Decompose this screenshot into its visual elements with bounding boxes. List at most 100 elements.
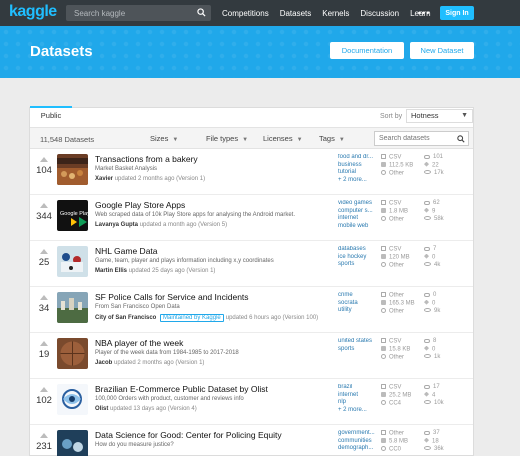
tag-link[interactable]: communities	[338, 438, 382, 446]
filter-file-types[interactable]: File types ▼	[206, 134, 248, 143]
license-icon	[381, 446, 386, 452]
tag-link[interactable]: internet	[338, 392, 382, 400]
dataset-thumbnail[interactable]	[57, 384, 88, 415]
dataset-row[interactable]: 104 Transactions from a bakery Market Ba…	[30, 150, 473, 195]
dataset-updated: updated 25 days ago (Version 1)	[128, 268, 216, 274]
nav-link-discussion[interactable]: Discussion	[360, 9, 399, 18]
tag-link[interactable]: internet	[338, 215, 382, 223]
dataset-title[interactable]: Data Science for Good: Center for Polici…	[95, 430, 282, 440]
tag-link[interactable]: computer s...	[338, 208, 382, 216]
dataset-thumbnail[interactable]	[57, 154, 88, 185]
dataset-thumbnail[interactable]	[57, 292, 88, 323]
dataset-row[interactable]: 231 Data Science for Good: Center for Po…	[30, 426, 473, 456]
tag-link[interactable]: ice hockey	[338, 254, 382, 262]
file-type-icon	[381, 292, 386, 297]
dataset-owner[interactable]: Jacob	[95, 360, 112, 366]
upvote-icon[interactable]	[40, 157, 48, 162]
dataset-search-input[interactable]	[375, 132, 455, 145]
tag-link[interactable]: nlp	[338, 399, 382, 407]
dataset-row[interactable]: 25 NHL Game Data Game, team, player and …	[30, 242, 473, 287]
sign-in-button[interactable]: Sign In	[440, 6, 474, 20]
views-icon	[424, 216, 431, 221]
dataset-stat: 9	[432, 208, 436, 215]
dataset-updated: updated a month ago (Version 5)	[139, 222, 228, 228]
dataset-title[interactable]: Transactions from a bakery	[95, 154, 198, 164]
tag-link[interactable]: government...	[338, 430, 382, 438]
tag-link[interactable]: united states	[338, 338, 382, 346]
filter-tags[interactable]: Tags ▼	[319, 134, 345, 143]
filter-licenses[interactable]: Licenses ▼	[263, 134, 303, 143]
tag-link[interactable]: + 2 more...	[338, 177, 382, 185]
tag-link[interactable]: sports	[338, 346, 382, 354]
dataset-meta: Olist updated 13 days ago (Version 4)	[95, 406, 197, 412]
tag-link[interactable]: socrata	[338, 300, 382, 308]
dataset-file-stats: Other 5.8 MB CC0	[381, 430, 421, 454]
dataset-meta: Jacob updated 2 months ago (Version 1)	[95, 360, 204, 366]
dataset-activity-stats: 37 18 36k	[424, 430, 464, 453]
dataset-thumbnail[interactable]: Google Play	[57, 200, 88, 231]
tag-link[interactable]: business	[338, 162, 382, 170]
more-menu-icon[interactable]: •••	[418, 8, 430, 18]
dataset-owner[interactable]: Olist	[95, 406, 108, 412]
dataset-thumbnail[interactable]	[57, 246, 88, 277]
sort-select[interactable]: Hotness ▼	[406, 109, 473, 123]
dataset-row[interactable]: 19 NBA player of the week Player of the …	[30, 334, 473, 379]
dataset-stat: 112.5 KB	[389, 162, 414, 169]
new-dataset-button[interactable]: New Dataset	[410, 42, 474, 59]
dataset-owner[interactable]: City of San Francisco	[95, 315, 156, 321]
upvote-icon[interactable]	[40, 249, 48, 254]
global-search-input[interactable]	[66, 5, 191, 21]
nav-link-datasets[interactable]: Datasets	[280, 9, 312, 18]
vote-widget: 25	[34, 246, 54, 268]
kernels-icon	[424, 345, 429, 351]
dataset-stat: CC4	[389, 400, 402, 407]
dataset-stat: 36k	[434, 445, 444, 452]
kernels-icon	[424, 207, 429, 213]
upvote-icon[interactable]	[40, 203, 48, 208]
sort-label: Sort by	[380, 113, 403, 120]
dataset-owner[interactable]: Lavanya Gupta	[95, 222, 138, 228]
dataset-row[interactable]: 344 Google Play Google Play Store Apps W…	[30, 196, 473, 241]
tag-link[interactable]: demograph...	[338, 445, 382, 453]
documentation-button[interactable]: Documentation	[330, 42, 404, 59]
tag-link[interactable]: databases	[338, 246, 382, 254]
dataset-stat: 4	[432, 392, 436, 399]
dataset-title[interactable]: NBA player of the week	[95, 338, 183, 348]
tag-link[interactable]: + 2 more...	[338, 407, 382, 415]
tag-link[interactable]: food and dr...	[338, 154, 382, 162]
dataset-thumbnail[interactable]	[57, 430, 88, 456]
dataset-owner[interactable]: Martin Ellis	[95, 268, 127, 274]
tag-link[interactable]: video games	[338, 200, 382, 208]
tag-link[interactable]: tutorial	[338, 169, 382, 177]
dataset-owner[interactable]: Xavier	[95, 176, 113, 182]
dataset-row[interactable]: 102 Brazilian E-Commerce Public Dataset …	[30, 380, 473, 425]
tag-link[interactable]: utility	[338, 307, 382, 315]
nav-link-competitions[interactable]: Competitions	[222, 9, 269, 18]
search-icon[interactable]	[197, 8, 206, 17]
filter-sizes[interactable]: Sizes ▼	[150, 134, 178, 143]
tag-link[interactable]: brazil	[338, 384, 382, 392]
upvote-icon[interactable]	[40, 387, 48, 392]
tab-public[interactable]: Public	[30, 106, 72, 126]
dataset-title[interactable]: Brazilian E-Commerce Public Dataset by O…	[95, 384, 268, 394]
nav-link-kernels[interactable]: Kernels	[322, 9, 349, 18]
dataset-title[interactable]: NHL Game Data	[95, 246, 158, 256]
upvote-icon[interactable]	[40, 295, 48, 300]
tag-link[interactable]: crime	[338, 292, 382, 300]
kaggle-logo[interactable]: kaggle	[9, 3, 57, 21]
license-icon	[381, 262, 386, 268]
dataset-stat: 22	[432, 162, 439, 169]
upvote-icon[interactable]	[40, 341, 48, 346]
dataset-stat: 101	[433, 154, 444, 160]
dataset-thumbnail[interactable]	[57, 338, 88, 369]
search-icon[interactable]	[457, 135, 465, 143]
upvote-icon[interactable]	[40, 433, 48, 438]
dataset-activity-stats: 8 0 1k	[424, 338, 464, 361]
tag-link[interactable]: mobile web	[338, 223, 382, 231]
dataset-updated: updated 6 hours ago (Version 100)	[225, 315, 319, 321]
dataset-title[interactable]: SF Police Calls for Service and Incident…	[95, 292, 249, 302]
dataset-title[interactable]: Google Play Store Apps	[95, 200, 185, 210]
tag-link[interactable]: sports	[338, 261, 382, 269]
comments-icon	[424, 154, 430, 159]
dataset-row[interactable]: 34 SF Police Calls for Service and Incid…	[30, 288, 473, 333]
